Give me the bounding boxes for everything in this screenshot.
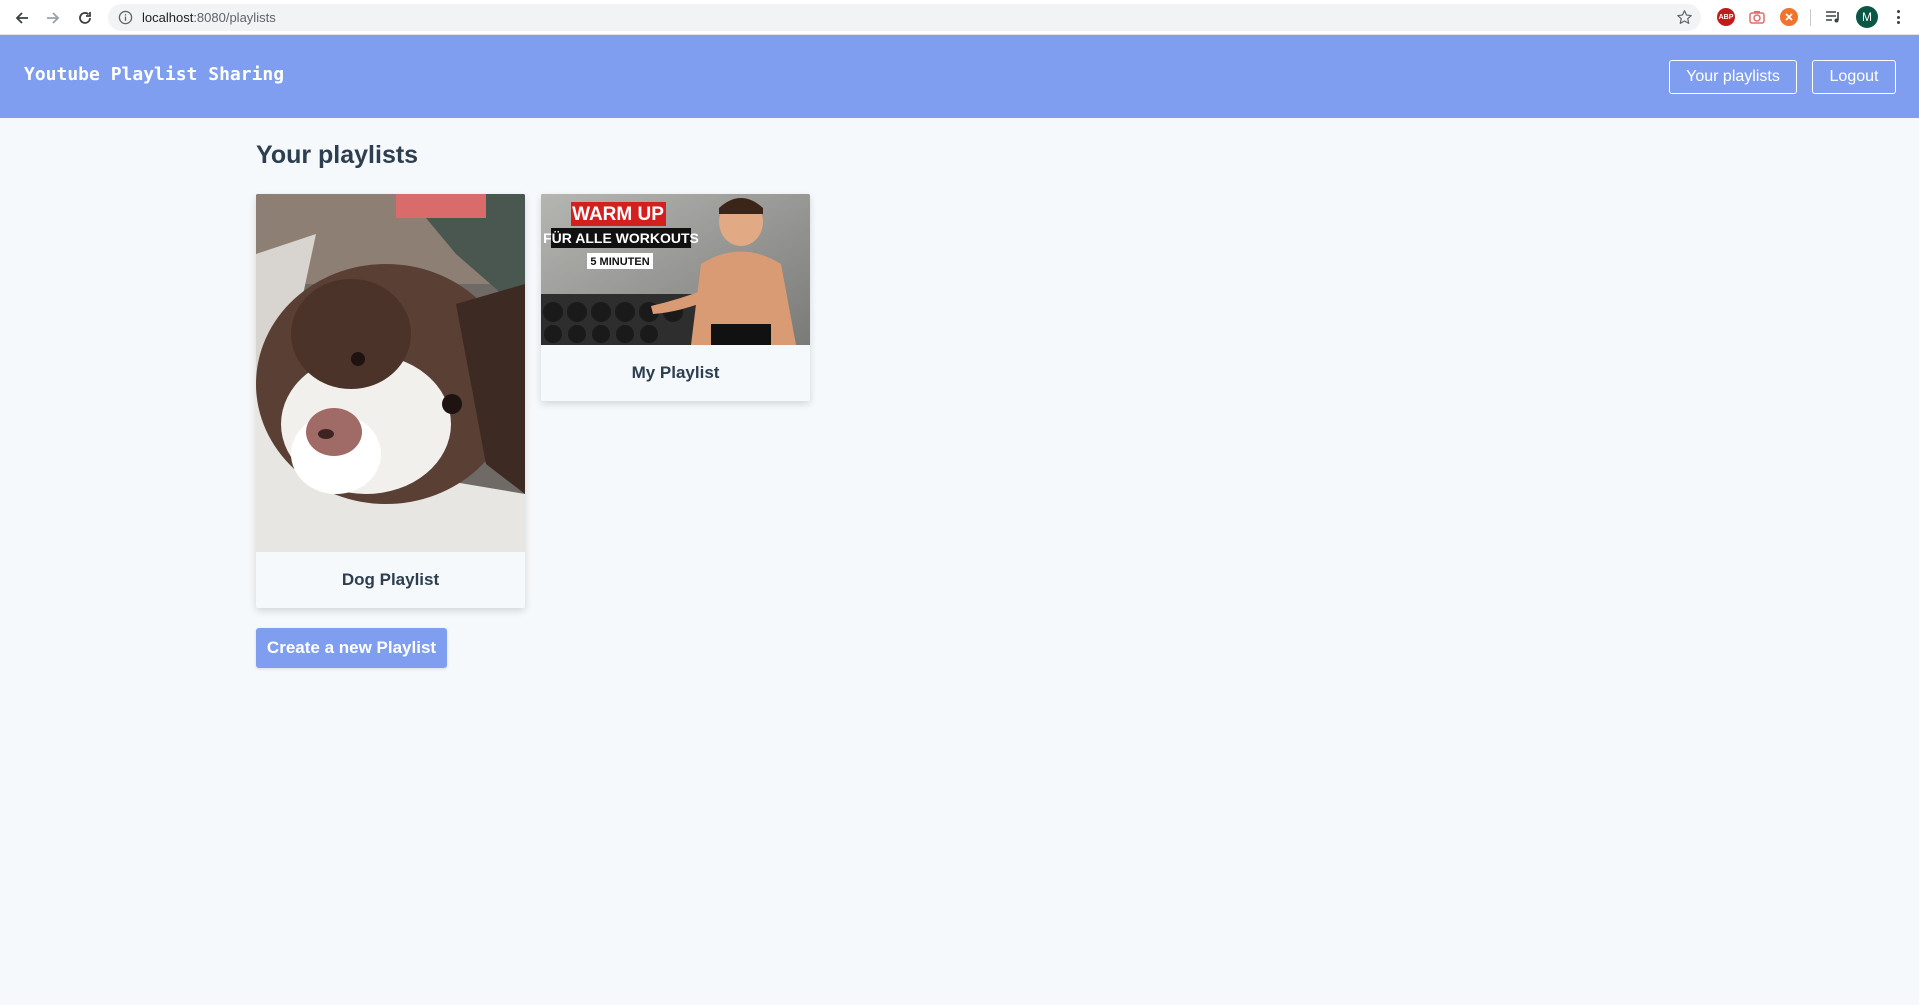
url-host: localhost: [142, 10, 194, 25]
info-icon[interactable]: [118, 10, 133, 25]
forward-button[interactable]: [41, 6, 65, 30]
avatar-initial: M: [1862, 10, 1872, 24]
your-playlists-button[interactable]: Your playlists: [1669, 60, 1797, 94]
app-header: Youtube Playlist Sharing Your playlists …: [0, 35, 1919, 118]
playlist-name: My Playlist: [631, 363, 720, 382]
more-menu-icon[interactable]: [1893, 8, 1903, 26]
abp-label: ABP: [1718, 13, 1734, 21]
thumb-text-line1: WARM UP: [572, 204, 664, 225]
reload-button[interactable]: [73, 6, 97, 30]
reload-icon: [79, 12, 91, 24]
arrow-left-icon: [15, 12, 28, 24]
workout-thumbnail-image: WARM UP FÜR ALLE WORKOUTS 5 MINUTEN: [541, 194, 810, 345]
adblock-extension-icon[interactable]: ABP: [1717, 8, 1735, 26]
url-text: localhost:8080/playlists: [142, 10, 276, 26]
orange-extension-icon[interactable]: [1780, 8, 1798, 26]
url-path: :8080/playlists: [193, 10, 276, 25]
profile-avatar[interactable]: M: [1856, 6, 1878, 28]
screenshot-extension-icon[interactable]: [1748, 8, 1766, 26]
bookmark-star-icon[interactable]: [1676, 9, 1693, 26]
toolbar-separator: [1810, 9, 1811, 26]
playlist-card-dog[interactable]: Dog Playlist: [256, 194, 525, 608]
address-bar[interactable]: localhost:8080/playlists: [108, 4, 1701, 31]
brand-title[interactable]: Youtube Playlist Sharing: [24, 64, 284, 85]
logout-button[interactable]: Logout: [1812, 60, 1896, 94]
dog-thumbnail-image: [256, 194, 525, 552]
media-queue-extension-icon[interactable]: [1824, 8, 1842, 26]
playlist-card-my[interactable]: WARM UP FÜR ALLE WORKOUTS 5 MINUTEN My P…: [541, 194, 810, 401]
create-playlist-button[interactable]: Create a new Playlist: [256, 628, 447, 668]
back-button[interactable]: [10, 6, 34, 30]
page-title: Your playlists: [256, 141, 419, 169]
playlist-name: Dog Playlist: [341, 570, 440, 589]
close-x-icon: [1785, 13, 1793, 21]
browser-toolbar: localhost:8080/playlists ABP M: [0, 0, 1919, 35]
playlist-icon: [1826, 11, 1839, 23]
arrow-right-icon: [47, 12, 60, 24]
thumb-text-line3: 5 MINUTEN: [590, 256, 649, 268]
thumb-text-line2: FÜR ALLE WORKOUTS: [543, 230, 699, 246]
camera-icon: [1749, 11, 1765, 24]
